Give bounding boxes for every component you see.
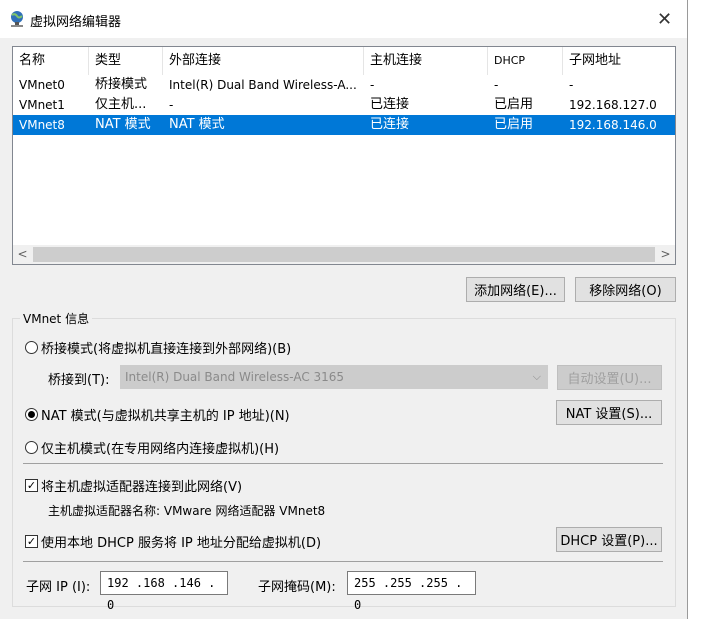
row-name: VMnet0 xyxy=(19,78,65,92)
radio-button-checked[interactable] xyxy=(25,408,38,421)
subnet-mask-field[interactable]: 255 .255 .255 . 0 xyxy=(347,571,476,612)
row-subnet: 192.168.146.0 xyxy=(569,118,657,132)
horizontal-scrollbar[interactable]: < > xyxy=(13,245,675,264)
nat-settings-button[interactable]: NAT 设置(S)... xyxy=(556,400,662,425)
scroll-thumb[interactable] xyxy=(33,247,655,262)
nat-mode-label: NAT 模式(与虚拟机共享主机的 IP 地址)(N) xyxy=(41,409,290,424)
checkbox-checked[interactable]: ✓ xyxy=(25,535,38,548)
bridged-to-select: Intel(R) Dual Band Wireless-AC 3165 ⌵ xyxy=(120,365,548,389)
row-host: - xyxy=(370,78,375,92)
row-type: 仅主机... xyxy=(95,97,147,112)
network-list[interactable]: 名称 类型 外部连接 主机连接 DHCP 子网地址 VMnet0 桥接模式 In… xyxy=(12,46,676,265)
row-name: VMnet8 xyxy=(19,118,65,132)
row-type: NAT 模式 xyxy=(95,117,151,132)
use-dhcp-checkbox[interactable]: ✓ 使用本地 DHCP 服务将 IP 地址分配给虚拟机(D) xyxy=(25,532,321,551)
table-row-selected[interactable]: VMnet8 NAT 模式 NAT 模式 已连接 已启用 192.168.146… xyxy=(13,115,675,135)
bridged-mode-label: 桥接模式(将虚拟机直接连接到外部网络)(B) xyxy=(41,342,292,357)
row-name: VMnet1 xyxy=(19,98,65,112)
virtual-network-editor-window: 虚拟网络编辑器 ✕ 名称 类型 外部连接 主机连接 DHCP 子网地址 VMne… xyxy=(0,0,688,619)
scroll-left-icon[interactable]: < xyxy=(13,245,32,264)
host-only-mode-radio[interactable]: 仅主机模式(在专用网络内连接虚拟机)(H) xyxy=(25,438,279,457)
bridged-mode-radio[interactable]: 桥接模式(将虚拟机直接连接到外部网络)(B) xyxy=(25,338,291,357)
row-host: 已连接 xyxy=(370,97,410,112)
row-external: - xyxy=(169,98,174,112)
use-dhcp-label: 使用本地 DHCP 服务将 IP 地址分配给虚拟机(D) xyxy=(41,536,322,551)
adapter-name-label: 主机虚拟适配器名称: VMware 网络适配器 VMnet8 xyxy=(48,504,326,518)
subnet-ip-label: 子网 IP (I): xyxy=(26,580,91,595)
divider xyxy=(23,561,663,562)
dhcp-settings-button[interactable]: DHCP 设置(P)... xyxy=(556,527,662,552)
column-header-host[interactable]: 主机连接 xyxy=(364,47,488,75)
close-icon[interactable]: ✕ xyxy=(642,0,687,38)
add-network-button[interactable]: 添加网络(E)... xyxy=(466,277,565,302)
bridged-to-value: Intel(R) Dual Band Wireless-AC 3165 xyxy=(125,370,345,384)
subnet-mask-label: 子网掩码(M): xyxy=(258,580,336,595)
table-row[interactable]: VMnet1 仅主机... - 已连接 已启用 192.168.127.0 xyxy=(13,95,675,115)
row-external: NAT 模式 xyxy=(169,117,225,132)
checkbox-checked[interactable]: ✓ xyxy=(25,479,38,492)
host-only-mode-label: 仅主机模式(在专用网络内连接虚拟机)(H) xyxy=(41,442,280,457)
radio-button[interactable] xyxy=(25,341,38,354)
radio-button[interactable] xyxy=(25,441,38,454)
title-bar: 虚拟网络编辑器 ✕ xyxy=(0,0,687,38)
row-subnet: 192.168.127.0 xyxy=(569,98,657,112)
row-subnet: - xyxy=(569,78,574,92)
column-header-subnet[interactable]: 子网地址 xyxy=(563,47,675,75)
column-header-type[interactable]: 类型 xyxy=(89,47,163,75)
subnet-ip-field[interactable]: 192 .168 .146 . 0 xyxy=(100,571,228,612)
row-host: 已连接 xyxy=(370,117,410,132)
connect-adapter-checkbox[interactable]: ✓ 将主机虚拟适配器连接到此网络(V) xyxy=(25,476,242,495)
list-header: 名称 类型 外部连接 主机连接 DHCP 子网地址 xyxy=(13,47,675,75)
divider xyxy=(23,463,663,464)
table-row[interactable]: VMnet0 桥接模式 Intel(R) Dual Band Wireless-… xyxy=(13,75,675,95)
row-external: Intel(R) Dual Band Wireless-A... xyxy=(169,78,357,92)
row-dhcp: - xyxy=(494,78,499,92)
column-header-dhcp[interactable]: DHCP xyxy=(488,47,563,75)
column-header-name[interactable]: 名称 xyxy=(13,47,89,75)
window-title: 虚拟网络编辑器 xyxy=(30,15,122,30)
scroll-right-icon[interactable]: > xyxy=(656,245,675,264)
bridged-to-label: 桥接到(T): xyxy=(48,373,110,388)
connect-adapter-label: 将主机虚拟适配器连接到此网络(V) xyxy=(41,480,243,495)
row-type: 桥接模式 xyxy=(95,77,148,92)
chevron-down-icon: ⌵ xyxy=(532,370,541,383)
row-dhcp: 已启用 xyxy=(494,117,534,132)
column-header-external[interactable]: 外部连接 xyxy=(163,47,364,75)
remove-network-button[interactable]: 移除网络(O) xyxy=(575,277,676,302)
vmnet-info-label: VMnet 信息 xyxy=(20,310,93,327)
nat-mode-radio[interactable]: NAT 模式(与虚拟机共享主机的 IP 地址)(N) xyxy=(25,405,290,424)
auto-settings-button: 自动设置(U)... xyxy=(557,365,662,390)
row-dhcp: 已启用 xyxy=(494,97,534,112)
globe-network-icon xyxy=(8,10,26,28)
